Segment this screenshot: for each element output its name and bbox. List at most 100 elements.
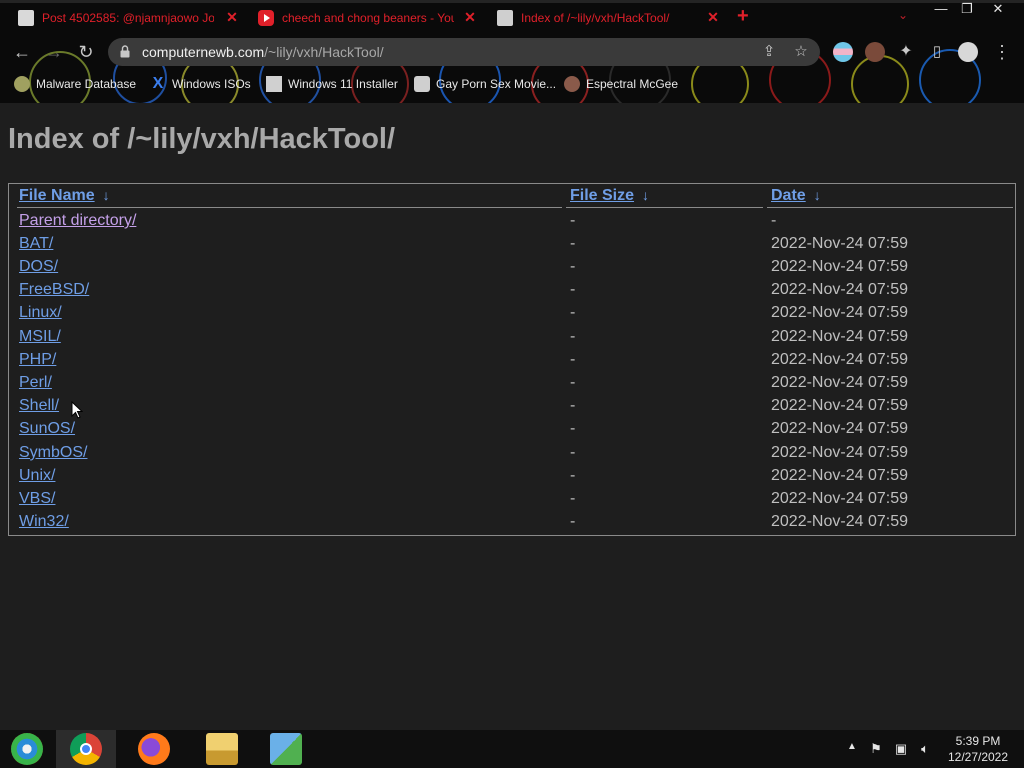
show-hidden-icon[interactable]: ▲ [844, 741, 860, 757]
bookmark-gay-porn-sex-movie[interactable]: Gay Porn Sex Movie... [414, 76, 556, 92]
file-date: 2022-Nov-24 07:59 [771, 490, 908, 507]
table-row: VBS/ - 2022-Nov-24 07:59 [9, 490, 1015, 513]
folder-link[interactable]: BAT/ [19, 235, 53, 252]
server-favicon-icon [497, 10, 513, 26]
parent-directory-link[interactable]: Parent directory/ [19, 212, 136, 229]
start-button[interactable] [4, 730, 50, 768]
table-row: Parent directory/ - - [9, 212, 1015, 235]
sort-by-size-link[interactable]: File Size [570, 187, 634, 204]
tab-title: cheech and chong beaners - You [282, 11, 454, 25]
folder-link[interactable]: Win32/ [19, 513, 69, 530]
file-date: 2022-Nov-24 07:59 [771, 397, 908, 414]
bookmark-star-icon[interactable]: ☆ [792, 43, 810, 61]
flag-icon[interactable]: ⚑ [868, 741, 884, 757]
address-bar[interactable]: computernewb.com/~lily/vxh/HackTool/ ⇪ ☆ [108, 38, 820, 66]
restore-button[interactable]: ❐ [953, 1, 981, 19]
table-row: Win32/ - 2022-Nov-24 07:59 [9, 513, 1015, 536]
folder-link[interactable]: SymbOS/ [19, 444, 87, 461]
page-icon [266, 76, 282, 92]
taskbar-firefox[interactable] [124, 730, 184, 768]
folder-link[interactable]: Perl/ [19, 374, 52, 391]
folder-link[interactable]: VBS/ [19, 490, 55, 507]
file-date: 2022-Nov-24 07:59 [771, 258, 908, 275]
bookmark-windows-11-installer[interactable]: Windows 11 Installer [266, 76, 398, 92]
clock-time: 5:39 PM [955, 734, 1001, 748]
profile-avatar-icon[interactable] [958, 42, 978, 62]
chrome-icon [70, 733, 102, 765]
network-icon[interactable]: ▣ [893, 741, 909, 757]
tab-search-icon[interactable]: ⌄ [898, 8, 908, 22]
folder-link[interactable]: FreeBSD/ [19, 281, 89, 298]
file-date: 2022-Nov-24 07:59 [771, 513, 908, 530]
page-content: Index of /~lily/vxh/HackTool/ File Name ↓… [0, 103, 1024, 730]
folder-link[interactable]: Linux/ [19, 304, 62, 321]
file-date: - [771, 212, 777, 229]
page-favicon-icon [18, 10, 34, 26]
folder-link[interactable]: MSIL/ [19, 328, 61, 345]
web-icon [414, 76, 430, 92]
bookmark-espectral-mcgee[interactable]: Espectral McGee [564, 76, 678, 92]
start-orb-icon [11, 733, 43, 765]
sort-by-date-link[interactable]: Date [771, 187, 806, 204]
extensions-icon[interactable]: ✦ [895, 42, 917, 64]
bookmark-label: Windows ISOs [172, 77, 251, 91]
share-icon[interactable]: ⇪ [760, 43, 778, 61]
lock-icon [120, 45, 130, 58]
table-row: FreeBSD/ - 2022-Nov-24 07:59 [9, 281, 1015, 304]
folder-link[interactable]: DOS/ [19, 258, 58, 275]
folder-link[interactable]: Shell/ [19, 397, 59, 414]
flag-extension-icon[interactable] [833, 42, 853, 62]
side-panel-icon[interactable]: ▯ [926, 42, 948, 64]
minimize-button[interactable]: — [927, 1, 955, 19]
firefox-icon [138, 733, 170, 765]
menu-kebab-icon[interactable]: ⋮ [991, 42, 1013, 64]
bookmark-malware-database[interactable]: Malware Database [14, 76, 136, 92]
new-tab-button[interactable]: + [737, 5, 749, 28]
url-host: computernewb.com [142, 44, 265, 60]
url-text[interactable]: computernewb.com/~lily/vxh/HackTool/ [142, 44, 384, 60]
close-tab-icon[interactable]: ✕ [705, 9, 721, 26]
directory-listing-table: File Name ↓ File Size ↓ Date ↓ Parent direc… [8, 183, 1016, 536]
tab-1[interactable]: Post 4502585: @njamnjaowo Joi ✕ [18, 4, 244, 32]
table-row: Unix/ - 2022-Nov-24 07:59 [9, 467, 1015, 490]
folder-link[interactable]: SunOS/ [19, 420, 75, 437]
reload-button[interactable]: ↻ [75, 42, 97, 64]
bookmark-label: Espectral McGee [586, 77, 679, 91]
sort-by-name-link[interactable]: File Name [19, 187, 95, 204]
bookmark-windows-isos[interactable]: X Windows ISOs [150, 76, 251, 92]
profile-extension-icon[interactable] [865, 42, 885, 62]
close-tab-icon[interactable]: ✕ [224, 9, 240, 26]
file-date: 2022-Nov-24 07:59 [771, 351, 908, 368]
system-clock[interactable]: 5:39 PM 12/27/2022 [938, 733, 1018, 765]
header-divider [566, 207, 763, 208]
bookmark-label: Malware Database [36, 77, 137, 91]
taskbar-chrome[interactable] [56, 730, 116, 768]
tab-3-active[interactable]: Index of /~lily/vxh/HackTool/ ✕ [497, 4, 725, 32]
volume-icon[interactable]: 🔈︎ [917, 741, 933, 757]
table-row: BAT/ - 2022-Nov-24 07:59 [9, 235, 1015, 258]
file-date: 2022-Nov-24 07:59 [771, 328, 908, 345]
taskbar-network-app[interactable] [256, 730, 316, 768]
file-size: - [570, 420, 576, 437]
close-tab-icon[interactable]: ✕ [462, 9, 478, 26]
taskbar-file-explorer[interactable] [192, 730, 252, 768]
table-row: Perl/ - 2022-Nov-24 07:59 [9, 374, 1015, 397]
page-title: Index of /~lily/vxh/HackTool/ [8, 123, 396, 155]
back-button[interactable]: ← [11, 42, 33, 64]
folder-link[interactable]: PHP/ [19, 351, 56, 368]
youtube-icon [258, 10, 274, 26]
file-size: - [570, 304, 576, 321]
tab-2[interactable]: cheech and chong beaners - You ✕ [258, 4, 482, 32]
url-path: /~lily/vxh/HackTool/ [264, 44, 384, 60]
file-size: - [570, 374, 576, 391]
forward-button[interactable]: → [43, 42, 65, 64]
file-size: - [570, 467, 576, 484]
close-window-button[interactable]: ✕ [984, 1, 1012, 19]
folder-link[interactable]: Unix/ [19, 467, 55, 484]
header-divider [17, 207, 562, 208]
avatar-icon [564, 76, 580, 92]
malware-icon [14, 76, 30, 92]
file-size: - [570, 444, 576, 461]
file-size: - [570, 328, 576, 345]
file-size: - [570, 235, 576, 252]
